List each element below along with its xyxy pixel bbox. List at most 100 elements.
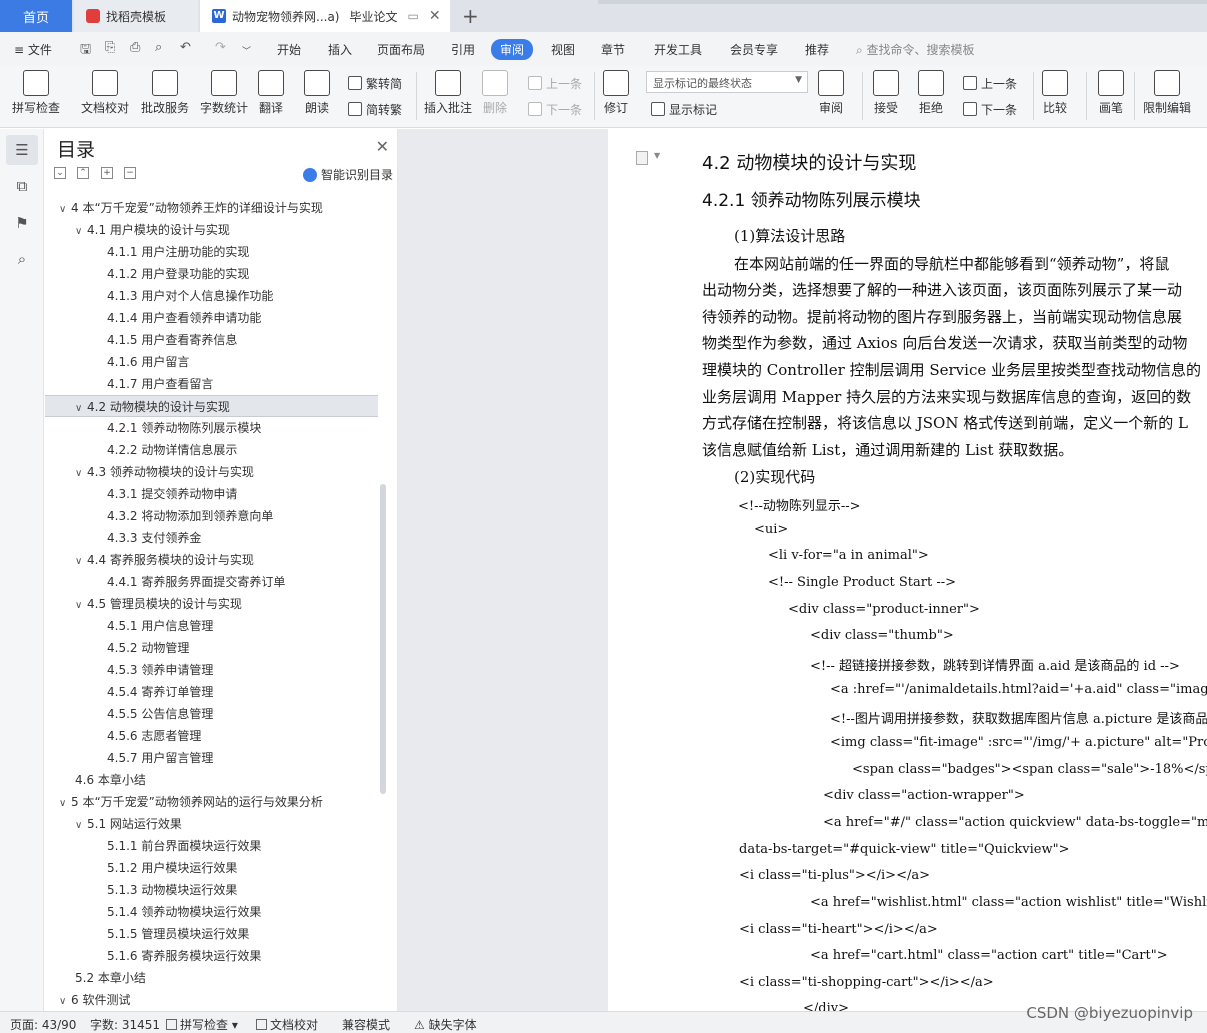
toc-item[interactable]: ∨ 4.1 用户模块的设计与实现	[45, 219, 378, 241]
review-pane-button[interactable]: 审阅	[818, 70, 844, 116]
toc-item[interactable]: 4.5.4 寄养订单管理	[45, 681, 378, 703]
toc-item[interactable]: 4.4.1 寄养服务界面提交寄养订单	[45, 571, 378, 593]
smart-toc-button[interactable]: 智能识别目录	[302, 166, 393, 183]
toc-item[interactable]: 4.5.7 用户留言管理	[45, 747, 378, 769]
pen-button[interactable]: 画笔	[1098, 70, 1124, 116]
status-spell-check[interactable]: 拼写检查 ▾	[166, 1016, 238, 1033]
chevron-down-icon[interactable]: ∨	[75, 595, 87, 617]
toc-item[interactable]: ∨ 5 本“万千宠爱”动物领养网站的运行与效果分析	[45, 791, 378, 813]
toc-item[interactable]: 4.5.5 公告信息管理	[45, 703, 378, 725]
menu-insert[interactable]: 插入	[328, 41, 352, 58]
chevron-down-icon[interactable]: ▼	[654, 151, 660, 160]
show-markup-button[interactable]: 显示标记	[651, 101, 717, 118]
tab-daoke-templates[interactable]: 找稻壳模板	[74, 0, 198, 32]
toc-item[interactable]: 4.1.2 用户登录功能的实现	[45, 263, 378, 285]
delete-comment-button[interactable]: 删除	[482, 70, 508, 116]
toc-item[interactable]: 4.1.3 用户对个人信息操作功能	[45, 285, 378, 307]
reject-button[interactable]: 拒绝	[918, 70, 944, 116]
toc-item[interactable]: ∨ 4 本“万千宠爱”动物领养王炸的详细设计与实现	[45, 197, 378, 219]
close-icon[interactable]: ✕	[376, 137, 389, 156]
find-icon[interactable]: ⌕	[12, 249, 32, 269]
simp-to-trad-button[interactable]: 简转繁	[348, 101, 402, 118]
add-heading-icon[interactable]: +	[101, 167, 113, 179]
more-chevron-icon[interactable]: ﹀	[242, 44, 251, 57]
toc-item[interactable]: 4.1.1 用户注册功能的实现	[45, 241, 378, 263]
toc-item[interactable]: 4.3.2 将动物添加到领养意向单	[45, 505, 378, 527]
expand-all-icon[interactable]: ⌄	[54, 167, 66, 179]
toc-item[interactable]: 5.1.6 寄养服务模块运行效果	[45, 945, 378, 967]
toc-item[interactable]: ∨ 4.3 领养动物模块的设计与实现	[45, 461, 378, 483]
insert-comment-button[interactable]: 插入批注	[424, 70, 472, 116]
toc-item[interactable]: 5.1.1 前台界面模块运行效果	[45, 835, 378, 857]
toc-item[interactable]: 4.5.3 领养申请管理	[45, 659, 378, 681]
tab-document[interactable]: W 动物宠物领养网...a) 毕业论文 ▭ ✕	[200, 0, 450, 32]
read-aloud-button[interactable]: 朗读	[304, 70, 330, 116]
toc-item[interactable]: ∨ 4.5 管理员模块的设计与实现	[45, 593, 378, 615]
print-preview-icon[interactable]: ⌕	[155, 40, 162, 55]
toc-item[interactable]: 5.1.5 管理员模块运行效果	[45, 923, 378, 945]
toc-panel-icon[interactable]: ☰	[6, 135, 38, 165]
chevron-down-icon[interactable]: ∨	[75, 815, 87, 837]
chapter-nav-icon[interactable]: ⧉	[12, 176, 32, 196]
toc-item[interactable]: 4.1.6 用户留言	[45, 351, 378, 373]
toc-item[interactable]: 5.2 本章小结	[45, 967, 378, 989]
redo-icon[interactable]: ↷	[215, 40, 226, 55]
trad-to-simp-button[interactable]: 繁转简	[348, 75, 402, 92]
tab-home[interactable]: 首页	[0, 0, 72, 32]
menu-view[interactable]: 视图	[551, 41, 575, 58]
toc-item[interactable]: 4.5.1 用户信息管理	[45, 615, 378, 637]
menu-recommend[interactable]: 推荐	[805, 41, 829, 58]
new-tab-button[interactable]: +	[462, 4, 479, 28]
next-comment-button[interactable]: 下一条	[528, 101, 582, 118]
toc-item[interactable]: 4.2.2 动物详情信息展示	[45, 439, 378, 461]
restrict-editing-button[interactable]: 限制编辑	[1143, 70, 1191, 116]
markup-state-select[interactable]: 显示标记的最终状态 ▼	[646, 71, 808, 93]
toc-item[interactable]: 4.3.3 支付领养金	[45, 527, 378, 549]
toc-item[interactable]: ∨ 5.1 网站运行效果	[45, 813, 378, 835]
toc-item[interactable]: 4.5.6 志愿者管理	[45, 725, 378, 747]
compare-button[interactable]: 比较	[1042, 70, 1068, 116]
toc-item[interactable]: 4.5.2 动物管理	[45, 637, 378, 659]
menu-member[interactable]: 会员专享	[730, 41, 778, 58]
file-menu[interactable]: ≡ 文件	[14, 41, 52, 58]
chevron-down-icon[interactable]: ∨	[75, 463, 87, 485]
toc-item[interactable]: 4.2.1 领养动物陈列展示模块	[45, 417, 378, 439]
toc-item[interactable]: 4.1.4 用户查看领养申请功能	[45, 307, 378, 329]
prev-change-button[interactable]: 上一条	[963, 75, 1017, 92]
undo-icon[interactable]: ↶	[180, 40, 191, 55]
annotate-service-button[interactable]: 批改服务	[141, 70, 189, 116]
doc-proof-button[interactable]: 文档校对	[81, 70, 129, 116]
missing-font[interactable]: ⚠ 缺失字体	[414, 1016, 477, 1033]
accept-button[interactable]: 接受	[873, 70, 899, 116]
toc-item[interactable]: 5.1.2 用户模块运行效果	[45, 857, 378, 879]
collapse-all-icon[interactable]: ⌃	[77, 167, 89, 179]
next-change-button[interactable]: 下一条	[963, 101, 1017, 118]
toc-item[interactable]: ∨ 4.4 寄养服务模块的设计与实现	[45, 549, 378, 571]
chevron-down-icon[interactable]: ∨	[75, 221, 87, 243]
document-page[interactable]: ▼ 4.2 动物模块的设计与实现 4.2.1 领养动物陈列展示模块 (1)算法设计思…	[608, 129, 1207, 1011]
page-count[interactable]: 页面: 43/90	[10, 1016, 76, 1033]
toc-item[interactable]: 4.3.1 提交领养动物申请	[45, 483, 378, 505]
toc-item[interactable]: 4.1.7 用户查看留言	[45, 373, 378, 395]
toc-item[interactable]: 5.1.3 动物模块运行效果	[45, 879, 378, 901]
word-count[interactable]: 字数: 31451	[90, 1016, 160, 1033]
menu-reference[interactable]: 引用	[451, 41, 475, 58]
close-tab-icon[interactable]: ✕	[429, 8, 441, 24]
menu-developer[interactable]: 开发工具	[654, 41, 702, 58]
menu-page-layout[interactable]: 页面布局	[377, 41, 425, 58]
word-count-button[interactable]: 字数统计	[200, 70, 248, 116]
screen-icon[interactable]: ▭	[408, 9, 419, 23]
chevron-down-icon[interactable]: ∨	[59, 793, 71, 815]
bookmark-icon[interactable]: ⚑	[12, 213, 32, 233]
chevron-down-icon[interactable]: ∨	[75, 551, 87, 573]
print-icon[interactable]: ⎙	[130, 40, 140, 55]
toc-item[interactable]: 5.1.4 领养动物模块运行效果	[45, 901, 378, 923]
command-search-input[interactable]: ⌕ 查找命令、搜索模板	[856, 41, 975, 58]
spell-check-button[interactable]: 拼写检查	[12, 70, 60, 116]
prev-comment-button[interactable]: 上一条	[528, 75, 582, 92]
toc-item[interactable]: ∨ 4.2 动物模块的设计与实现	[45, 395, 378, 417]
toc-item[interactable]: ∨ 6 软件测试	[45, 989, 378, 1007]
toc-item[interactable]: 4.1.5 用户查看寄养信息	[45, 329, 378, 351]
toc-item[interactable]: 4.6 本章小结	[45, 769, 378, 791]
remove-heading-icon[interactable]: −	[124, 167, 136, 179]
